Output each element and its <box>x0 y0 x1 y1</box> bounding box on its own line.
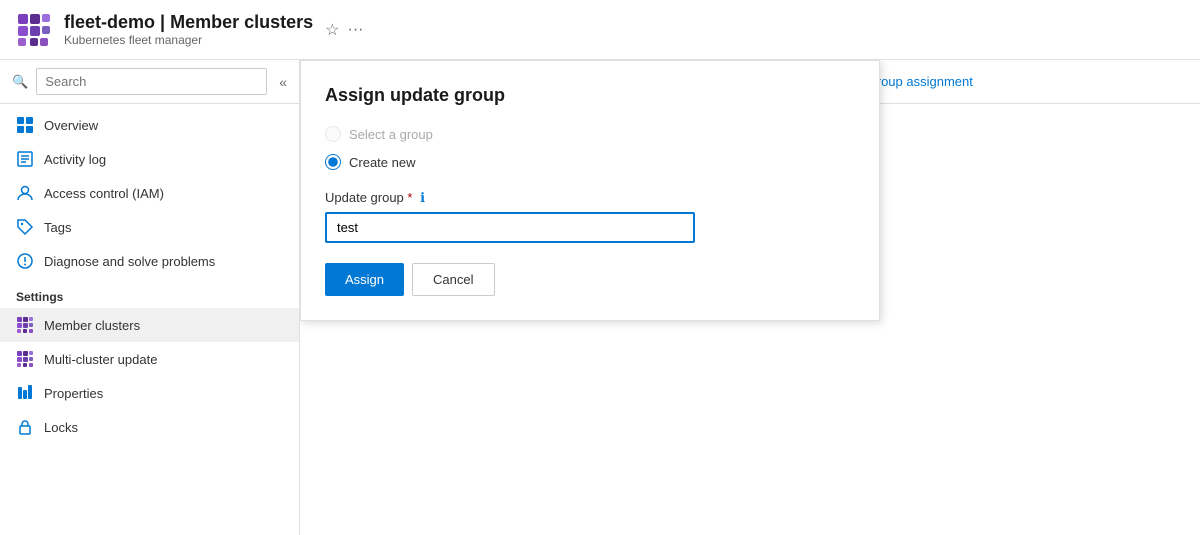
favorite-icon[interactable]: ☆ <box>325 20 339 40</box>
sidebar-item-diagnose-label: Diagnose and solve problems <box>44 254 215 269</box>
app-icon <box>16 12 52 48</box>
locks-icon <box>16 418 34 436</box>
properties-icon <box>16 384 34 402</box>
sidebar-item-diagnose[interactable]: Diagnose and solve problems <box>0 244 299 278</box>
sidebar-item-properties-label: Properties <box>44 386 103 401</box>
sidebar-item-activity-label: Activity log <box>44 152 106 167</box>
required-indicator: * <box>407 190 412 205</box>
radio-create-new-label: Create new <box>349 155 415 170</box>
panel-title: Assign update group <box>325 85 855 106</box>
sidebar-item-overview[interactable]: Overview <box>0 108 299 142</box>
sidebar-item-multi-cluster-label: Multi-cluster update <box>44 352 157 367</box>
sidebar-item-access-control[interactable]: Access control (IAM) <box>0 176 299 210</box>
sidebar-item-properties[interactable]: Properties <box>0 376 299 410</box>
sidebar-nav: Overview Activity log Access control (IA… <box>0 104 299 448</box>
content-area: + Add Remove Refresh Assign upda <box>300 60 1200 535</box>
radio-select-group[interactable]: Select a group <box>325 126 855 142</box>
page-name: Member clusters <box>170 12 313 32</box>
radio-select-group-label: Select a group <box>349 127 433 142</box>
sidebar-item-member-clusters-label: Member clusters <box>44 318 140 333</box>
app-header: fleet-demo | Member clusters Kubernetes … <box>0 0 1200 60</box>
sidebar: 🔍 « Overview Activity log <box>0 60 300 535</box>
sidebar-item-tags[interactable]: Tags <box>0 210 299 244</box>
sidebar-item-locks-label: Locks <box>44 420 78 435</box>
sidebar-item-tags-label: Tags <box>44 220 71 235</box>
assign-update-group-panel: Assign update group Select a group Creat… <box>300 60 880 321</box>
settings-section-label: Settings <box>0 278 299 308</box>
cancel-button[interactable]: Cancel <box>412 263 494 296</box>
diagnose-icon <box>16 252 34 270</box>
info-icon[interactable]: ℹ <box>420 190 425 205</box>
sidebar-item-multi-cluster-update[interactable]: Multi-cluster update <box>0 342 299 376</box>
radio-select-group-input[interactable] <box>325 126 341 142</box>
search-icon: 🔍 <box>12 74 28 90</box>
radio-group: Select a group Create new <box>325 126 855 170</box>
radio-create-new-input[interactable] <box>325 154 341 170</box>
sidebar-item-access-label: Access control (IAM) <box>44 186 164 201</box>
title-separator: | <box>160 12 170 32</box>
search-container: 🔍 « <box>0 60 299 104</box>
more-options-icon[interactable]: ··· <box>347 21 363 39</box>
app-subtitle: Kubernetes fleet manager <box>64 33 313 47</box>
activity-icon <box>16 150 34 168</box>
sidebar-item-overview-label: Overview <box>44 118 98 133</box>
tags-icon <box>16 218 34 236</box>
search-input[interactable] <box>36 68 267 95</box>
app-name: fleet-demo <box>64 12 155 32</box>
header-title-block: fleet-demo | Member clusters Kubernetes … <box>64 12 313 47</box>
overview-icon <box>16 116 34 134</box>
main-layout: 🔍 « Overview Activity log <box>0 60 1200 535</box>
sidebar-item-activity-log[interactable]: Activity log <box>0 142 299 176</box>
page-title: fleet-demo | Member clusters <box>64 12 313 33</box>
collapse-button[interactable]: « <box>279 74 287 90</box>
update-icon <box>16 350 34 368</box>
panel-actions: Assign Cancel <box>325 263 855 296</box>
assign-button[interactable]: Assign <box>325 263 404 296</box>
header-actions: ☆ ··· <box>325 20 363 40</box>
access-icon <box>16 184 34 202</box>
clusters-icon <box>16 316 34 334</box>
sidebar-item-locks[interactable]: Locks <box>0 410 299 444</box>
update-group-field-label: Update group * ℹ <box>325 190 855 206</box>
update-group-input[interactable] <box>325 212 695 243</box>
radio-create-new[interactable]: Create new <box>325 154 855 170</box>
sidebar-item-member-clusters[interactable]: Member clusters <box>0 308 299 342</box>
